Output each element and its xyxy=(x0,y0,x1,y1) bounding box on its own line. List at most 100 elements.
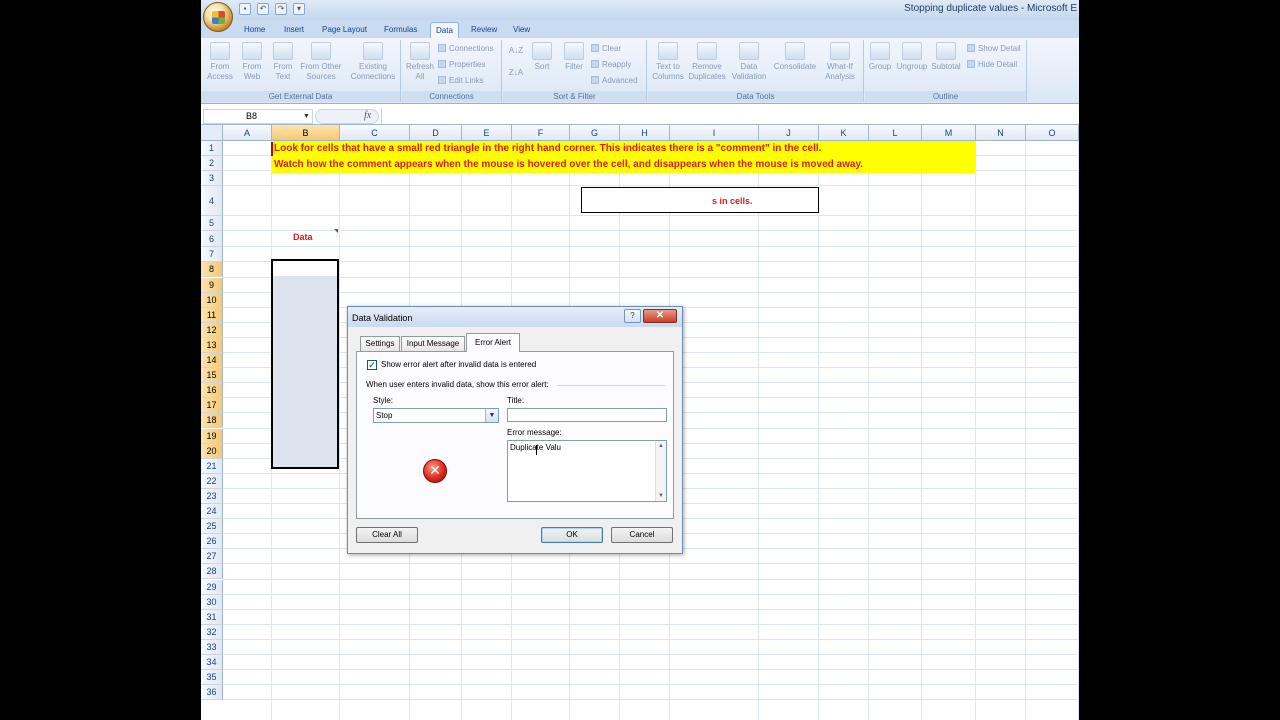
group-button[interactable]: Group xyxy=(867,42,893,72)
row-header-30[interactable]: 30 xyxy=(201,594,223,610)
scroll-down-icon[interactable]: ▼ xyxy=(658,493,664,499)
tab-insert[interactable]: Insert xyxy=(279,22,309,38)
sort-za-icon[interactable]: Z↓A xyxy=(505,68,527,78)
sort-button[interactable]: Sort xyxy=(529,42,555,72)
tab-home[interactable]: Home xyxy=(239,22,270,38)
column-header-c[interactable]: C xyxy=(340,125,410,141)
row-header-27[interactable]: 27 xyxy=(201,549,223,565)
row-header-1[interactable]: 1 xyxy=(201,141,223,157)
column-header-n[interactable]: N xyxy=(976,125,1026,141)
undo-icon[interactable]: ↶ xyxy=(257,3,269,15)
row-header-29[interactable]: 29 xyxy=(201,579,223,595)
row-header-13[interactable]: 13 xyxy=(201,337,223,353)
column-header-d[interactable]: D xyxy=(410,125,462,141)
chevron-down-icon[interactable]: ▼ xyxy=(485,409,498,422)
remove-duplicates-button[interactable]: Remove Duplicates xyxy=(688,42,726,82)
column-header-o[interactable]: O xyxy=(1026,125,1079,141)
row-header-14[interactable]: 14 xyxy=(201,353,223,369)
active-cell[interactable] xyxy=(273,261,337,276)
row-header-26[interactable]: 26 xyxy=(201,534,223,550)
reapply-button[interactable]: Reapply xyxy=(591,60,631,69)
tab-formulas[interactable]: Formulas xyxy=(379,22,422,38)
chevron-down-icon[interactable]: ▼ xyxy=(303,113,310,120)
data-validation-button[interactable]: Data Validation xyxy=(728,42,770,82)
from-web-button[interactable]: From Web xyxy=(237,42,267,82)
row-header-3[interactable]: 3 xyxy=(201,171,223,187)
column-header-k[interactable]: K xyxy=(819,125,869,141)
column-header-i[interactable]: I xyxy=(670,125,759,141)
properties-button[interactable]: Properties xyxy=(438,60,485,69)
style-select[interactable]: Stop ▼ xyxy=(373,408,499,423)
row-header-10[interactable]: 10 xyxy=(201,292,223,308)
text-to-columns-button[interactable]: Text to Columns xyxy=(650,42,686,82)
ok-button[interactable]: OK xyxy=(541,527,603,543)
cancel-button[interactable]: Cancel xyxy=(611,527,673,543)
row-header-34[interactable]: 34 xyxy=(201,655,223,671)
column-header-m[interactable]: M xyxy=(922,125,976,141)
data-column-header[interactable]: Data xyxy=(293,232,313,242)
worksheet-grid[interactable]: ABCDEFGHIJKLMNO 1 2 3 4 5 6 7 8 9 10 11 12 13 14 15 16 1… xyxy=(201,125,1079,720)
row-header-35[interactable]: 35 xyxy=(201,670,223,686)
row-header-25[interactable]: 25 xyxy=(201,519,223,535)
column-header-h[interactable]: H xyxy=(620,125,670,141)
advanced-button[interactable]: Advanced xyxy=(591,76,638,85)
name-box[interactable]: B8 xyxy=(203,109,313,124)
show-alert-label[interactable]: Show error alert after invalid data is e… xyxy=(381,360,536,369)
row-header-22[interactable]: 22 xyxy=(201,473,223,489)
row-header-28[interactable]: 28 xyxy=(201,564,223,580)
row-header-2[interactable]: 2 xyxy=(201,156,223,172)
help-icon[interactable]: ? xyxy=(624,309,641,323)
row-header-11[interactable]: 11 xyxy=(201,307,223,323)
row-header-17[interactable]: 17 xyxy=(201,398,223,414)
row-header-36[interactable]: 36 xyxy=(201,685,223,701)
column-header-e[interactable]: E xyxy=(462,125,512,141)
edit-links-button[interactable]: Edit Links xyxy=(438,76,484,85)
tab-view[interactable]: View xyxy=(508,22,535,38)
formula-input[interactable] xyxy=(381,109,1077,124)
scroll-up-icon[interactable]: ▲ xyxy=(658,443,664,449)
column-header-j[interactable]: J xyxy=(759,125,819,141)
row-header-4[interactable]: 4 xyxy=(201,186,223,217)
column-header-b[interactable]: B xyxy=(272,125,340,141)
row-header-7[interactable]: 7 xyxy=(201,247,223,263)
from-access-button[interactable]: From Access xyxy=(205,42,235,82)
refresh-all-button[interactable]: Refresh All xyxy=(404,42,436,82)
from-text-button[interactable]: From Text xyxy=(269,42,297,82)
tab-review[interactable]: Review xyxy=(466,22,502,38)
column-header-f[interactable]: F xyxy=(512,125,570,141)
row-header-20[interactable]: 20 xyxy=(201,443,223,459)
tab-error-alert[interactable]: Error Alert xyxy=(466,333,520,352)
redo-icon[interactable]: ↷ xyxy=(275,3,287,15)
title-input[interactable] xyxy=(507,408,667,422)
consolidate-button[interactable]: Consolidate xyxy=(772,42,818,72)
show-detail-button[interactable]: Show Detail xyxy=(967,44,1021,53)
subtotal-button[interactable]: Subtotal xyxy=(929,42,963,72)
row-header-33[interactable]: 33 xyxy=(201,639,223,655)
sort-az-icon[interactable]: A↓Z xyxy=(505,46,527,56)
row-header-12[interactable]: 12 xyxy=(201,322,223,338)
row-header-8[interactable]: 8 xyxy=(201,262,223,278)
tab-data[interactable]: Data xyxy=(430,22,459,38)
column-header-a[interactable]: A xyxy=(223,125,272,141)
row-header-15[interactable]: 15 xyxy=(201,368,223,384)
row-header-5[interactable]: 5 xyxy=(201,216,223,232)
clear-all-button[interactable]: Clear All xyxy=(356,527,418,543)
row-header-16[interactable]: 16 xyxy=(201,383,223,399)
show-alert-checkbox[interactable]: ✓ xyxy=(367,360,377,370)
insert-function-icon[interactable]: fx xyxy=(364,110,371,121)
hide-detail-button[interactable]: Hide Detail xyxy=(967,60,1017,69)
what-if-analysis-button[interactable]: What-If Analysis xyxy=(820,42,860,82)
column-header-l[interactable]: L xyxy=(869,125,922,141)
selected-range[interactable] xyxy=(271,259,339,469)
error-message-textarea[interactable]: Duplicate Valu ▲ ▼ xyxy=(507,440,667,502)
row-header-23[interactable]: 23 xyxy=(201,488,223,504)
select-all-corner[interactable] xyxy=(201,125,223,141)
close-icon[interactable]: ✕ xyxy=(643,309,677,323)
tab-input-message[interactable]: Input Message xyxy=(401,336,465,351)
filter-button[interactable]: Filter xyxy=(561,42,587,72)
clear-button[interactable]: Clear xyxy=(591,44,621,53)
tab-settings[interactable]: Settings xyxy=(360,336,400,351)
row-header-32[interactable]: 32 xyxy=(201,624,223,640)
row-header-24[interactable]: 24 xyxy=(201,504,223,520)
row-header-21[interactable]: 21 xyxy=(201,458,223,474)
